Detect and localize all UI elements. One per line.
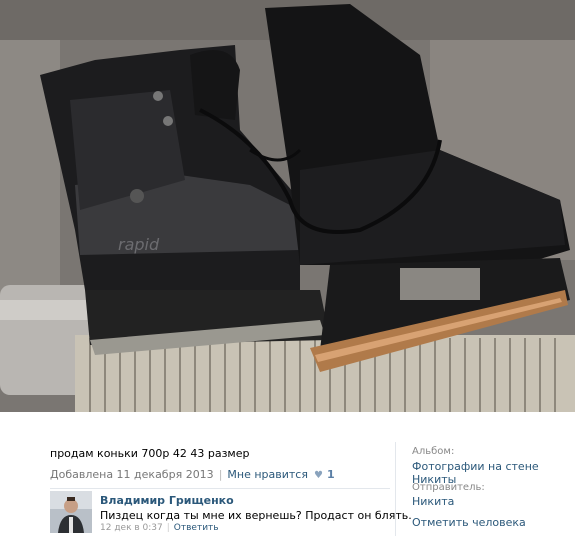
avatar[interactable] — [50, 491, 92, 533]
photo-meta: Добавлена 11 декабря 2013 | Мне нравится ♥ 1 — [50, 468, 335, 481]
avatar-photo — [50, 491, 92, 533]
comment-meta-separator: | — [166, 523, 170, 533]
skate-brand-label: rapid — [118, 235, 160, 254]
comment-author-link[interactable]: Владимир Грищенко — [100, 494, 234, 507]
skates-photo: rapid — [0, 0, 575, 412]
like-button[interactable]: Мне нравится — [227, 468, 308, 481]
sidebar-divider — [395, 442, 396, 536]
album-label: Альбом: — [412, 446, 455, 457]
comment-text: Пиздец когда ты мне их вернешь? Продаст … — [100, 509, 412, 522]
photo-added-date: Добавлена 11 декабря 2013 — [50, 468, 214, 481]
meta-separator: | — [218, 468, 223, 481]
sender-link[interactable]: Никита — [412, 495, 454, 508]
comments-divider — [50, 488, 390, 489]
photo-viewer[interactable]: rapid — [0, 0, 575, 412]
sender-label: Отправитель: — [412, 482, 485, 493]
like-count[interactable]: 1 — [327, 468, 335, 481]
photo-description: продам коньки 700р 42 43 размер — [50, 447, 250, 460]
heart-icon[interactable]: ♥ — [314, 470, 323, 481]
comment-meta: 12 дек в 0:37 | Ответить — [100, 523, 219, 533]
reply-button[interactable]: Ответить — [174, 523, 219, 533]
tag-person-button[interactable]: Отметить человека — [412, 516, 526, 529]
comment-time[interactable]: 12 дек в 0:37 — [100, 523, 163, 533]
photo-info-panel: продам коньки 700р 42 43 размер Добавлен… — [0, 412, 575, 536]
